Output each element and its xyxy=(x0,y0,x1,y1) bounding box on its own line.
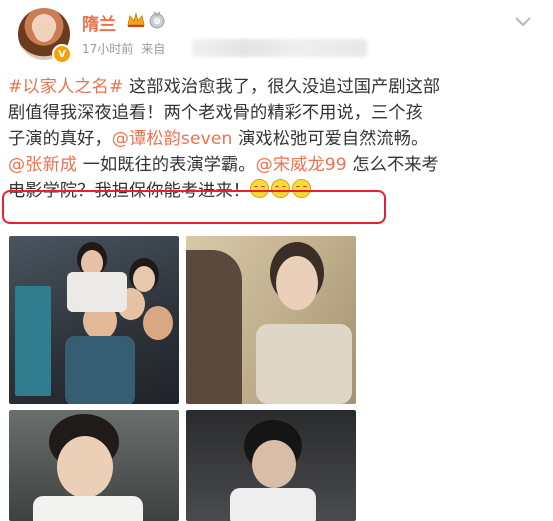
post-image-1[interactable] xyxy=(9,236,179,404)
post-source-prefix: 来自 xyxy=(141,42,166,56)
verified-badge: V xyxy=(52,44,72,64)
post-text: 怎么不来考 xyxy=(346,155,439,175)
post-image-3[interactable] xyxy=(9,410,179,521)
post-text: 子演的真好， xyxy=(8,129,112,149)
crown-badge-icon[interactable] xyxy=(127,12,145,28)
post-meta: 17小时前 来自 xyxy=(82,40,165,57)
post-text: 一如既往的表演学霸。 xyxy=(77,155,256,175)
post-content-line: 子演的真好，@谭松韵seven 演戏松弛可爱自然流畅。 xyxy=(8,126,546,152)
chevron-down-icon[interactable] xyxy=(514,16,532,28)
author-name[interactable]: 隋兰 xyxy=(82,10,116,35)
post-text: 这部戏治愈我了，很久没追过国产剧这部 xyxy=(123,77,441,97)
blurred-source xyxy=(192,39,367,57)
post-text: 演戏松弛可爱自然流畅。 xyxy=(232,129,429,149)
post-image-2[interactable] xyxy=(186,236,356,404)
mention-link[interactable]: @谭松韵seven xyxy=(112,129,233,149)
post-content-line: 剧值得我深夜追看！两个老戏骨的精彩不用说，三个孩 xyxy=(8,100,546,126)
post-image-4[interactable] xyxy=(186,410,356,521)
post-content: #以家人之名# 这部戏治愈我了，很久没追过国产剧这部剧值得我深夜追看！两个老戏骨… xyxy=(8,74,546,204)
post-content-line: #以家人之名# 这部戏治愈我了，很久没追过国产剧这部 xyxy=(8,74,546,100)
highlight-box xyxy=(2,190,386,224)
post-text: 剧值得我深夜追看！两个老戏骨的精彩不用说，三个孩 xyxy=(8,103,423,123)
post-content-line: @张新成 一如既往的表演学霸。@宋威龙99 怎么不来考 xyxy=(8,152,546,178)
medal-badge-icon[interactable] xyxy=(148,11,166,29)
post-time[interactable]: 17小时前 xyxy=(82,42,133,56)
hashtag-link[interactable]: #以家人之名# xyxy=(8,77,123,97)
mention-link[interactable]: @张新成 xyxy=(8,155,77,175)
mention-link[interactable]: @宋威龙99 xyxy=(256,155,347,175)
